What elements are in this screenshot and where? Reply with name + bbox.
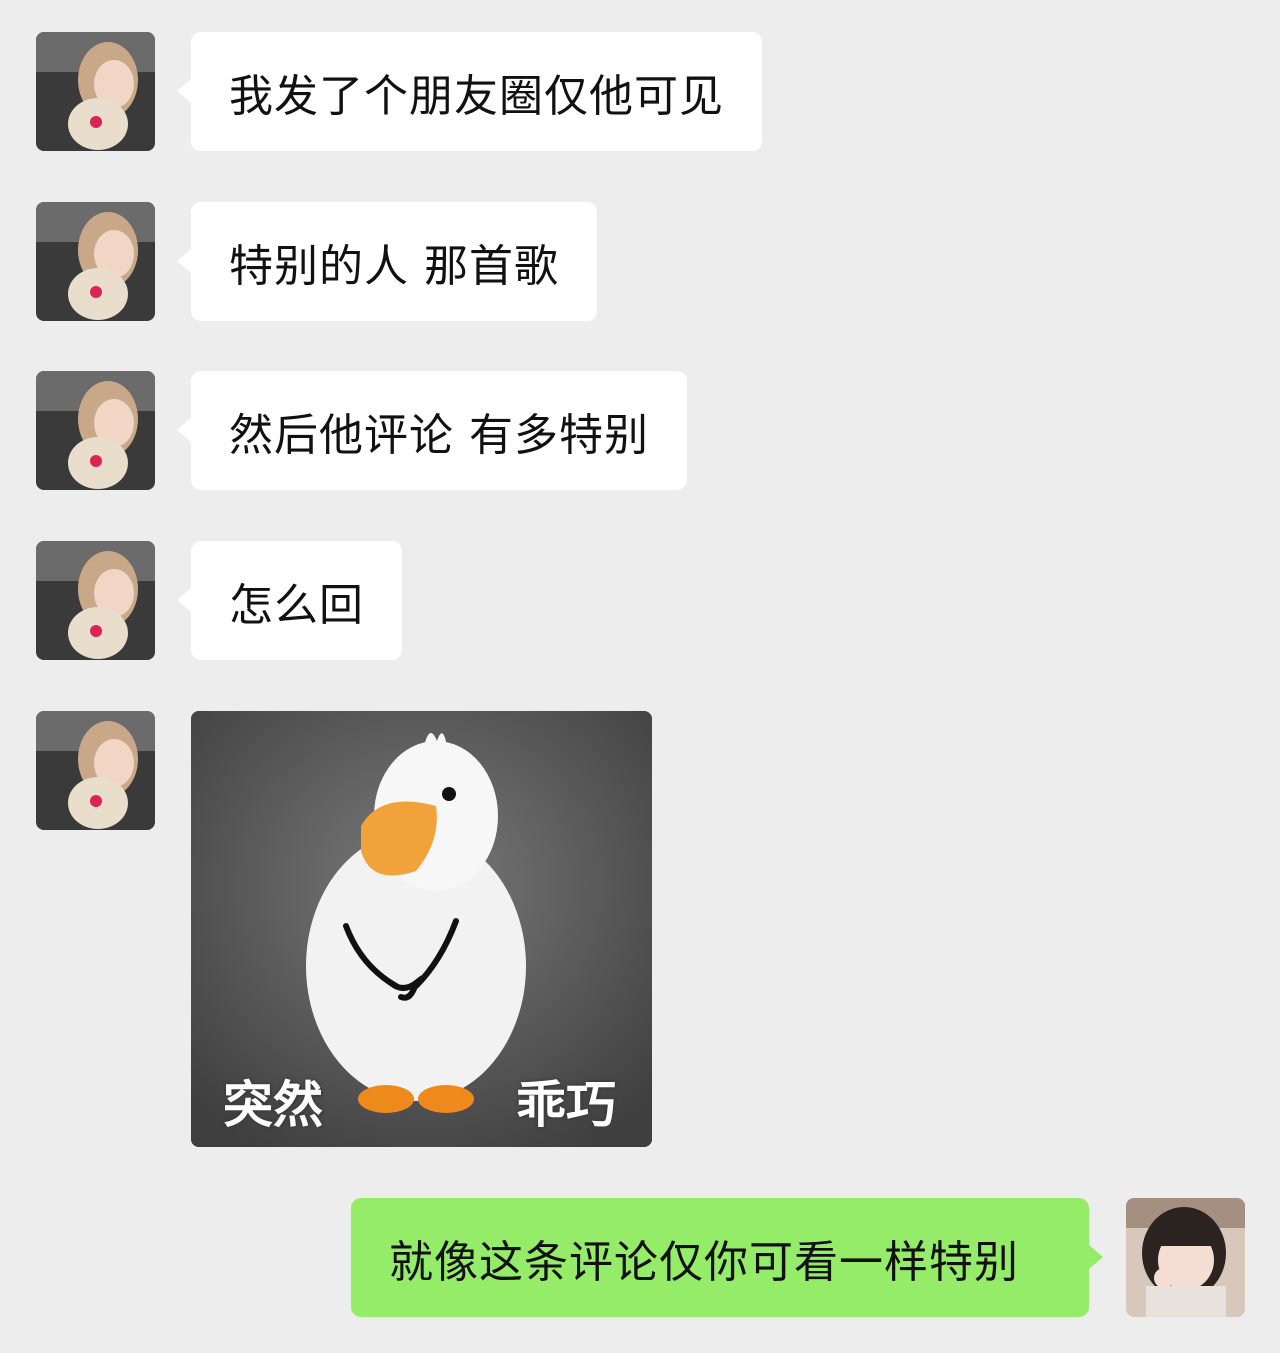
message-text: 我发了个朋友圈仅他可见 <box>229 70 724 122</box>
contact-avatar[interactable] <box>36 32 155 151</box>
self-avatar[interactable] <box>1126 1198 1245 1317</box>
message-text: 然后他评论 有多特别 <box>229 409 649 461</box>
message-text: 怎么回 <box>229 579 364 631</box>
bubble-tail <box>177 79 191 103</box>
bubble-tail <box>177 588 191 612</box>
message-bubble[interactable]: 特别的人 那首歌 <box>191 202 597 321</box>
contact-avatar[interactable] <box>36 371 155 490</box>
message-text: 特别的人 那首歌 <box>229 240 559 292</box>
contact-avatar[interactable] <box>36 202 155 321</box>
contact-avatar[interactable] <box>36 541 155 660</box>
contact-avatar[interactable] <box>36 711 155 830</box>
message-bubble[interactable]: 然后他评论 有多特别 <box>191 371 687 490</box>
message-bubble-outgoing[interactable]: 就像这条评论仅你可看一样特别 <box>351 1198 1089 1317</box>
bubble-tail <box>177 249 191 273</box>
sticker-caption-right: 乖巧 <box>516 1076 616 1134</box>
message-bubble[interactable]: 我发了个朋友圈仅他可见 <box>191 32 762 151</box>
bubble-tail <box>177 418 191 442</box>
sticker-message[interactable]: 突然 乖巧 <box>191 711 652 1147</box>
message-bubble[interactable]: 怎么回 <box>191 541 402 660</box>
bubble-tail <box>1089 1245 1103 1269</box>
sticker-caption-left: 突然 <box>223 1076 323 1134</box>
message-text: 就像这条评论仅你可看一样特别 <box>389 1236 1019 1288</box>
